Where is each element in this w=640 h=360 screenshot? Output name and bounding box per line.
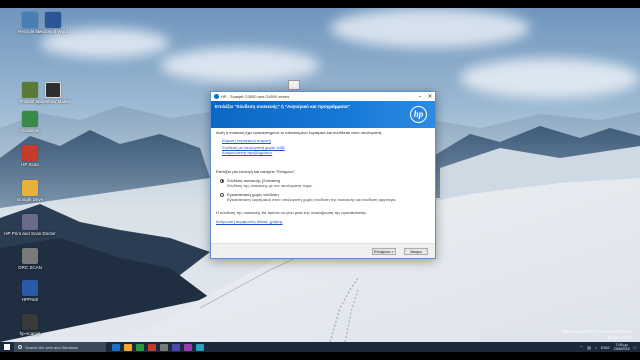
taskbar-app-edge-icon[interactable] — [112, 343, 120, 351]
desktop-icon-word[interactable]: Microsoft Word — [35, 12, 71, 34]
taskbar-app-hp-icon[interactable] — [172, 343, 180, 351]
desktop-icon-orc-scan[interactable]: ORC SCAN — [12, 248, 48, 270]
word-icon — [45, 12, 61, 28]
start-button[interactable] — [0, 342, 14, 352]
slideshow-icon — [45, 82, 61, 98]
taskbar-app-explorer-icon[interactable] — [124, 343, 132, 351]
desktop-icon-hp-scanjet[interactable]: hp-scanjet — [12, 314, 48, 336]
hp-logo-icon: hp — [410, 106, 427, 123]
taskbar-app-chrome-icon[interactable] — [148, 343, 156, 351]
notifications-icon[interactable]: □ — [634, 345, 636, 350]
taskbar-app-mail-icon[interactable] — [196, 343, 204, 351]
dialog-banner: Επιλέξτε "Σύνδεση συσκευής" ή "Λογισμικό… — [211, 101, 435, 128]
hp-setup-dialog: HP - Scanjet G3000 and G4000 series – × … — [210, 91, 436, 259]
dialog-content: Αυτή η συσκευή έχει εγκατεστημένο το απα… — [216, 130, 431, 224]
hp-doctor-icon — [22, 214, 38, 230]
taskbar-app-store-icon[interactable] — [136, 343, 144, 351]
desktop-icon-slideshow[interactable]: Slideshow Maker — [35, 82, 71, 104]
network-icon[interactable]: ▤ — [587, 345, 591, 350]
desktop-icon-hppsdr[interactable]: HPPSdr — [12, 280, 48, 302]
watermark-line2: Build 10240 — [608, 335, 632, 340]
search-placeholder: Search the web and Windows — [25, 344, 78, 350]
visualizer-icon — [22, 111, 38, 127]
top-letterbox — [0, 0, 640, 8]
next-button[interactable]: Επόμενο > — [372, 248, 396, 255]
dialog-footer: Επόμενο > Άκυρο — [211, 243, 435, 258]
desktop-icon-google-drive[interactable]: Google Drive — [12, 180, 48, 202]
orc-scan-icon — [22, 248, 38, 264]
cancel-button[interactable]: Άκυρο — [404, 248, 428, 255]
language-indicator[interactable]: ENG — [601, 345, 610, 350]
desktop-icon-hp-scan[interactable]: HP Scan — [12, 145, 48, 167]
dialog-titlebar[interactable]: HP - Scanjet G3000 and G4000 series – × — [211, 92, 435, 101]
tray-chevron-icon[interactable]: ⌃ — [580, 345, 583, 350]
os-watermark: Windows 10 Pro Technical Preview Build 1… — [562, 329, 632, 341]
desktop-icon-hp-print-scan-doctor[interactable]: HP Print and Scan Doctor — [4, 214, 56, 236]
taskbar-app-settings-icon[interactable] — [160, 343, 168, 351]
radio-install-without-connection[interactable] — [220, 192, 224, 197]
hppsdr-icon — [22, 280, 38, 296]
clock-date: 23/8/2015 — [613, 347, 630, 351]
floating-window-icon[interactable] — [288, 80, 300, 90]
taskbar-search-box[interactable]: Search the web and Windows — [14, 342, 106, 352]
dialog-title: HP - Scanjet G3000 and G4000 series — [221, 94, 290, 99]
close-icon[interactable]: × — [425, 92, 435, 101]
taskbar: Search the web and Windows ⌃ ▤ ♪ ENG 7:0… — [0, 342, 640, 352]
system-tray: ⌃ ▤ ♪ ENG 7:08 μμ 23/8/2015 □ — [580, 342, 636, 352]
bottom-letterbox — [0, 352, 640, 360]
radio-connect-device[interactable] — [220, 178, 224, 183]
taskbar-app-media-icon[interactable] — [184, 343, 192, 351]
windows-logo-icon — [4, 344, 10, 350]
clock[interactable]: 7:08 μμ 23/8/2015 — [614, 343, 630, 352]
volume-icon[interactable]: ♪ — [595, 345, 597, 350]
link-license-agreement[interactable]: Ανάγνωση συμφωνίας άδειας χρήσης — [216, 219, 431, 224]
banner-title: Επιλέξτε "Σύνδεση συσκευής" ή "Λογισμικό… — [215, 104, 350, 109]
google-drive-icon — [22, 180, 38, 196]
taskbar-apps — [112, 343, 204, 351]
hp-small-logo-icon — [214, 94, 219, 99]
minimize-icon[interactable]: – — [415, 92, 425, 101]
scanjet-icon — [22, 314, 38, 330]
hp-scan-icon — [22, 145, 38, 161]
desktop-icon-visualizer[interactable]: Visualizer — [12, 111, 48, 133]
search-icon — [18, 345, 22, 349]
